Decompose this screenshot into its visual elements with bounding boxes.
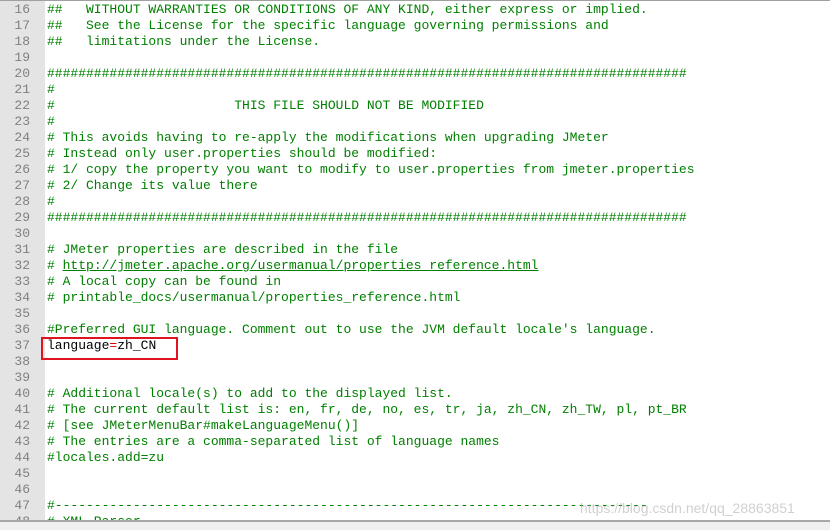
line-text: # (47, 82, 55, 97)
line-text: # [see JMeterMenuBar#makeLanguageMenu()] (47, 418, 360, 433)
line-text: #---------------------------------------… (47, 498, 648, 513)
line-text: ########################################… (47, 210, 687, 225)
line-number: 22 (14, 98, 30, 113)
code-editor[interactable]: 16 ## WITHOUT WARRANTIES OR CONDITIONS OF… (0, 0, 830, 521)
line-text: ## See the License for the specific lang… (47, 18, 609, 33)
url-link[interactable]: http://jmeter.apache.org/usermanual/prop… (63, 258, 539, 273)
line-number: 40 (14, 386, 30, 401)
line-number: 19 (14, 50, 30, 65)
line-text: # Additional locale(s) to add to the dis… (47, 386, 453, 401)
line-number: 25 (14, 146, 30, 161)
line-text: #Preferred GUI language. Comment out to … (47, 322, 656, 337)
line-number: 45 (14, 466, 30, 481)
line-number: 44 (14, 450, 30, 465)
line-number: 47 (14, 498, 30, 513)
line-number: 26 (14, 162, 30, 177)
line-text: # 2/ Change its value there (47, 178, 258, 193)
line-number: 39 (14, 370, 30, 385)
line-number: 29 (14, 210, 30, 225)
line-text: ## WITHOUT WARRANTIES OR CONDITIONS OF A… (47, 2, 648, 17)
line-number: 21 (14, 82, 30, 97)
line-number: 32 (14, 258, 30, 273)
line-number: 42 (14, 418, 30, 433)
line-number: 24 (14, 130, 30, 145)
horizontal-scrollbar[interactable] (0, 520, 830, 530)
line-text: # The entries are a comma-separated list… (47, 434, 500, 449)
line-text: # Instead only user.properties should be… (47, 146, 438, 161)
line-number: 36 (14, 322, 30, 337)
line-number: 30 (14, 226, 30, 241)
line-text: # (47, 114, 55, 129)
line-number: 41 (14, 402, 30, 417)
line-text: # printable_docs/usermanual/properties_r… (47, 290, 461, 305)
line-number: 20 (14, 66, 30, 81)
line-number: 23 (14, 114, 30, 129)
line-text: #locales.add=zu (47, 450, 165, 465)
line-number: 31 (14, 242, 30, 257)
line-text: # 1/ copy the property you want to modif… (47, 162, 695, 177)
line-number: 28 (14, 194, 30, 209)
line-text: # JMeter properties are described in the… (47, 242, 399, 257)
line-text: # A local copy can be found in (47, 274, 282, 289)
line-text: # This avoids having to re-apply the mod… (47, 130, 609, 145)
line-text: # http://jmeter.apache.org/usermanual/pr… (47, 258, 539, 274)
line-text: ## limitations under the License. (47, 34, 321, 49)
line-number: 33 (14, 274, 30, 289)
line-number: 34 (14, 290, 30, 305)
line-text: # THIS FILE SHOULD NOT BE MODIFIED (47, 98, 484, 113)
watermark: https://blog.csdn.net/qq_28863851 (580, 500, 795, 516)
line-number: 18 (14, 34, 30, 49)
comment-prefix: # (47, 258, 63, 273)
line-number: 46 (14, 482, 30, 497)
line-number: 38 (14, 354, 30, 369)
line-text: # The current default list is: en, fr, d… (47, 402, 687, 417)
line-number: 17 (14, 18, 30, 33)
line-number: 37 (14, 338, 30, 353)
highlight-box (41, 337, 178, 360)
line-number: 16 (14, 2, 30, 17)
line-number: 35 (14, 306, 30, 321)
line-text: # (47, 194, 55, 209)
line-number: 27 (14, 178, 30, 193)
line-number: 43 (14, 434, 30, 449)
line-text: ########################################… (47, 66, 687, 81)
